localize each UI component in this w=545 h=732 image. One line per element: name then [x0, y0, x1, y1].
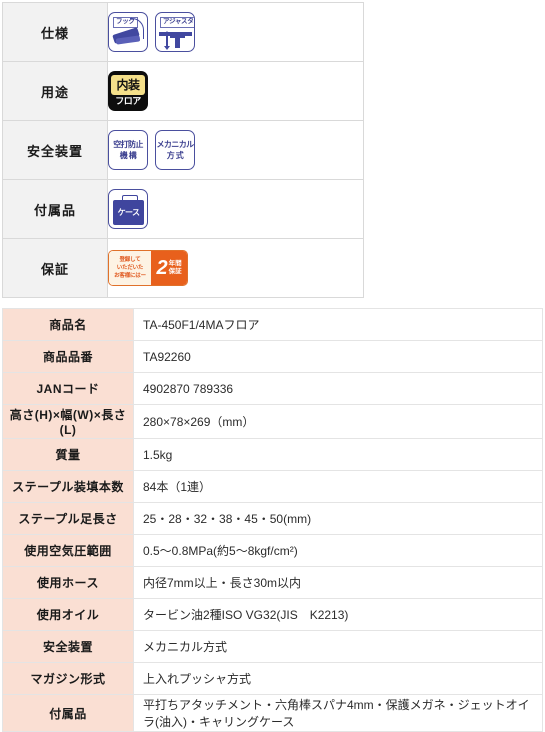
table-row: 仕様 フック アジャスタ: [2, 2, 364, 62]
spec-value: 0.5〜0.8MPa(約5〜8kgf/cm²): [133, 534, 543, 567]
spec-value: 内径7mm以上・長さ30m以内: [133, 566, 543, 599]
table-row: 使用空気圧範囲 0.5〜0.8MPa(約5〜8kgf/cm²): [2, 534, 543, 567]
warranty-term-line2: 保証: [168, 268, 182, 275]
dry-fire-prevention-line1: 空打防止: [113, 140, 143, 149]
adjuster-stem-shape: [175, 35, 180, 48]
table-row: 安全装置 空打防止 機 構 メカニカル 方 式: [2, 120, 364, 180]
spec-table: 商品名 TA-450F1/4MAフロア 商品品番 TA92260 JANコード 49028…: [2, 308, 543, 732]
table-row: 使用オイル タービン油2種ISO VG32(JIS K2213): [2, 598, 543, 631]
table-row: 用途 内装 フロア: [2, 61, 364, 121]
feature-value-usage: 内装 フロア: [107, 61, 364, 121]
spec-key: 使用ホース: [2, 566, 134, 599]
warranty-note-line2: いただいた: [116, 265, 144, 271]
table-row: 使用ホース 内径7mm以上・長さ30m以内: [2, 566, 543, 599]
spec-key: 使用空気圧範囲: [2, 534, 134, 567]
table-row: 商品品番 TA92260: [2, 340, 543, 373]
warranty-note: 登録して いただいた お客様にはー: [109, 251, 151, 285]
adjuster-arrow-icon: [164, 31, 169, 50]
hook-icon: フック: [108, 12, 148, 52]
spec-key: 商品品番: [2, 340, 134, 373]
spec-key: 商品名: [2, 308, 134, 341]
table-row: 保証 登録して いただいた お客様にはー 2 年間 保証: [2, 238, 364, 298]
spec-key: 高さ(H)×幅(W)×長さ(L): [2, 404, 134, 439]
floor-label: フロア: [115, 96, 141, 106]
spec-value: 平打ちアタッチメント・六角棒スパナ4mm・保護メガネ・ジェットオイラ(油入)・キ…: [133, 694, 543, 732]
table-row: JANコード 4902870 789336: [2, 372, 543, 405]
feature-value-spec: フック アジャスタ: [107, 2, 364, 62]
table-row: 高さ(H)×幅(W)×長さ(L) 280×78×269（mm）: [2, 404, 543, 439]
interior-label: 内装: [111, 75, 145, 95]
mechanical-type-line1: メカニカル: [156, 140, 195, 149]
table-row: 付属品 平打ちアタッチメント・六角棒スパナ4mm・保護メガネ・ジェットオイラ(油入…: [2, 694, 543, 732]
mechanical-type-icon: メカニカル 方 式: [155, 130, 195, 170]
table-row: ステープル足長さ 25・28・32・38・45・50(mm): [2, 502, 543, 535]
feature-label-warranty: 保証: [2, 238, 108, 298]
spec-value: 84本（1連）: [133, 470, 543, 503]
spec-key: 使用オイル: [2, 598, 134, 631]
spec-key: 質量: [2, 438, 134, 471]
table-row: 質量 1.5kg: [2, 438, 543, 471]
table-row: 商品名 TA-450F1/4MAフロア: [2, 308, 543, 341]
feature-label-usage: 用途: [2, 61, 108, 121]
warranty-term-line1: 年間: [168, 260, 182, 267]
interior-floor-icon: 内装 フロア: [108, 71, 148, 111]
feature-label-safety: 安全装置: [2, 120, 108, 180]
table-row: 付属品 ケース: [2, 179, 364, 239]
spec-key: マガジン形式: [2, 662, 134, 695]
warranty-term: 2 年間 保証: [151, 251, 187, 285]
spec-value: 上入れプッシャ方式: [133, 662, 543, 695]
warranty-note-line3: お客様にはー: [114, 273, 146, 279]
table-row: マガジン形式 上入れプッシャ方式: [2, 662, 543, 695]
adjuster-icon-caption: アジャスタ: [160, 17, 194, 28]
spec-value: 280×78×269（mm）: [133, 404, 543, 439]
carrying-case-icon: ケース: [108, 189, 148, 229]
feature-table: 仕様 フック アジャスタ 用途 内装 フロア 安全装置 空打防止 機 構 メカニ…: [2, 2, 364, 298]
spec-table-wrapper: 商品名 TA-450F1/4MAフロア 商品品番 TA92260 JANコード 49028…: [0, 308, 545, 732]
spec-value: TA-450F1/4MAフロア: [133, 308, 543, 341]
warranty-term-text: 年間 保証: [169, 260, 182, 276]
feature-value-accessories: ケース: [107, 179, 364, 239]
icon-row: フック アジャスタ: [108, 12, 363, 52]
feature-value-warranty: 登録して いただいた お客様にはー 2 年間 保証: [107, 238, 364, 298]
spec-value: 25・28・32・38・45・50(mm): [133, 502, 543, 535]
spec-value: 4902870 789336: [133, 372, 543, 405]
warranty-years-number: 2: [156, 257, 168, 279]
spec-key: ステープル装填本数: [2, 470, 134, 503]
feature-label-accessories: 付属品: [2, 179, 108, 239]
icon-row: 内装 フロア: [108, 71, 363, 111]
icon-row: 登録して いただいた お客様にはー 2 年間 保証: [108, 250, 363, 286]
warranty-note-line1: 登録して: [119, 257, 141, 263]
case-icon-caption: ケース: [113, 200, 144, 225]
spec-key: ステープル足長さ: [2, 502, 134, 535]
spec-value: TA92260: [133, 340, 543, 373]
feature-label-spec: 仕様: [2, 2, 108, 62]
dry-fire-prevention-line2: 機 構: [119, 151, 137, 160]
icon-row: 空打防止 機 構 メカニカル 方 式: [108, 130, 363, 170]
table-row: ステープル装填本数 84本（1連）: [2, 470, 543, 503]
spec-value: タービン油2種ISO VG32(JIS K2213): [133, 598, 543, 631]
spec-key: JANコード: [2, 372, 134, 405]
adjuster-icon: アジャスタ: [155, 12, 195, 52]
feature-value-safety: 空打防止 機 構 メカニカル 方 式: [107, 120, 364, 180]
spec-key: 付属品: [2, 694, 134, 732]
spec-value: 1.5kg: [133, 438, 543, 471]
icon-row: ケース: [108, 189, 363, 229]
warranty-badge: 登録して いただいた お客様にはー 2 年間 保証: [108, 250, 188, 286]
mechanical-type-line2: 方 式: [166, 151, 184, 160]
dry-fire-prevention-icon: 空打防止 機 構: [108, 130, 148, 170]
